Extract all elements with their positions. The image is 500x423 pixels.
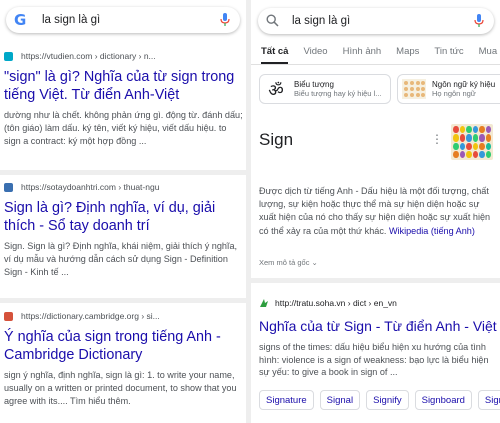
result-snippet: sign ý nghĩa, định nghĩa, sign là gì: 1.… [4,370,237,407]
tab-shopping[interactable]: Mua s [479,46,500,64]
search-result: https://sotaydoanhtri.com › thuat-ngu Si… [4,181,244,280]
search-bar[interactable]: la sign là gì [258,8,494,34]
related-term-pill[interactable]: Signboard [414,390,472,410]
related-term-pill[interactable]: Signify [366,390,409,410]
related-term-pill[interactable]: Signpost [477,390,500,410]
search-query[interactable]: la sign là gì [292,15,472,27]
search-tabs: Tất cả Video Hình ảnh Maps Tin tức Mua s [261,46,500,64]
result-title[interactable]: Ý nghĩa của sign trong tiếng Anh - Cambr… [4,328,244,364]
tabs-divider [251,64,500,65]
related-term-pill[interactable]: Signature [259,390,314,410]
om-symbol-icon: ॐ [268,80,284,101]
microphone-icon[interactable] [472,13,486,29]
result-site[interactable]: https://vtudien.com › dictionary › n... [4,50,244,62]
related-terms: Signature Signal Signify Signboard Signp… [259,390,500,410]
right-screenshot: la sign là gì Tất cả Video Hình ảnh Maps… [251,0,500,423]
result-title[interactable]: Sign là gì? Định nghĩa, ví dụ, giải thíc… [4,199,244,235]
search-icon [266,14,280,28]
wikipedia-link[interactable]: Wikipedia (tiếng Anh) [389,226,475,236]
search-bar[interactable]: G la sign là gì [6,7,240,33]
result-site[interactable]: http://tratu.soha.vn › dict › en_vn [259,298,397,308]
tab-video[interactable]: Video [303,46,327,64]
knowledge-panel-image[interactable] [451,124,493,160]
cambridge-favicon-icon [4,311,13,321]
tab-maps[interactable]: Maps [396,46,419,64]
more-options-icon[interactable]: ⋮ [431,132,443,146]
left-screenshot: G la sign là gì https://vtudien.com › di… [0,0,246,423]
search-result: https://dictionary.cambridge.org › si...… [4,310,244,409]
microphone-icon[interactable] [218,12,232,28]
chip-title: Biểu tượng [294,80,334,89]
chip-subtitle: Biểu tượng hay ký hiệu l... [294,89,382,98]
result-snippet: dường như là chết. không phản ứng gì. độ… [4,110,243,147]
sotaydoanhtri-favicon-icon [4,182,13,192]
search-query[interactable]: la sign là gì [42,14,218,26]
related-term-pill[interactable]: Signal [319,390,361,410]
result-title[interactable]: Nghĩa của từ Sign - Từ điển Anh - Việt [259,318,497,334]
sign-language-icon [402,78,426,100]
knowledge-panel-title: Sign [259,130,294,149]
search-result: https://vtudien.com › dictionary › n... … [4,50,244,149]
result-snippet: signs of the times: dấu hiệu biểu hiện x… [259,342,489,378]
chip-ngon-ngu-ky-hieu[interactable]: Ngôn ngữ ký hiệu Họ ngôn ngữ [397,74,500,104]
related-chips: ॐ Biểu tượng Biểu tượng hay ký hiệu l...… [259,74,500,104]
soha-favicon-icon [260,299,268,307]
tab-all[interactable]: Tất cả [261,46,289,64]
result-snippet: Sign. Sign là gì? Định nghĩa, khái niệm,… [4,241,238,278]
divider [0,170,246,175]
result-site[interactable]: https://dictionary.cambridge.org › si... [4,310,244,322]
result-site[interactable]: https://sotaydoanhtri.com › thuat-ngu [4,181,244,193]
divider [251,278,500,283]
chip-subtitle: Họ ngôn ngữ [432,89,476,98]
chip-bieu-tuong[interactable]: ॐ Biểu tượng Biểu tượng hay ký hiệu l... [259,74,391,104]
show-original-description[interactable]: Xem mô tả gốc ⌄ [259,258,318,267]
google-logo-icon: G [14,11,27,29]
knowledge-panel-description: Được dịch từ tiếng Anh - Dấu hiệu là một… [259,186,491,236]
vtudien-favicon-icon [4,51,13,61]
result-title[interactable]: "sign" là gì? Nghĩa của từ sign trong ti… [4,68,244,104]
tab-images[interactable]: Hình ảnh [343,46,382,64]
divider [0,298,246,303]
chip-title: Ngôn ngữ ký hiệu [432,80,496,89]
tab-news[interactable]: Tin tức [434,46,463,64]
